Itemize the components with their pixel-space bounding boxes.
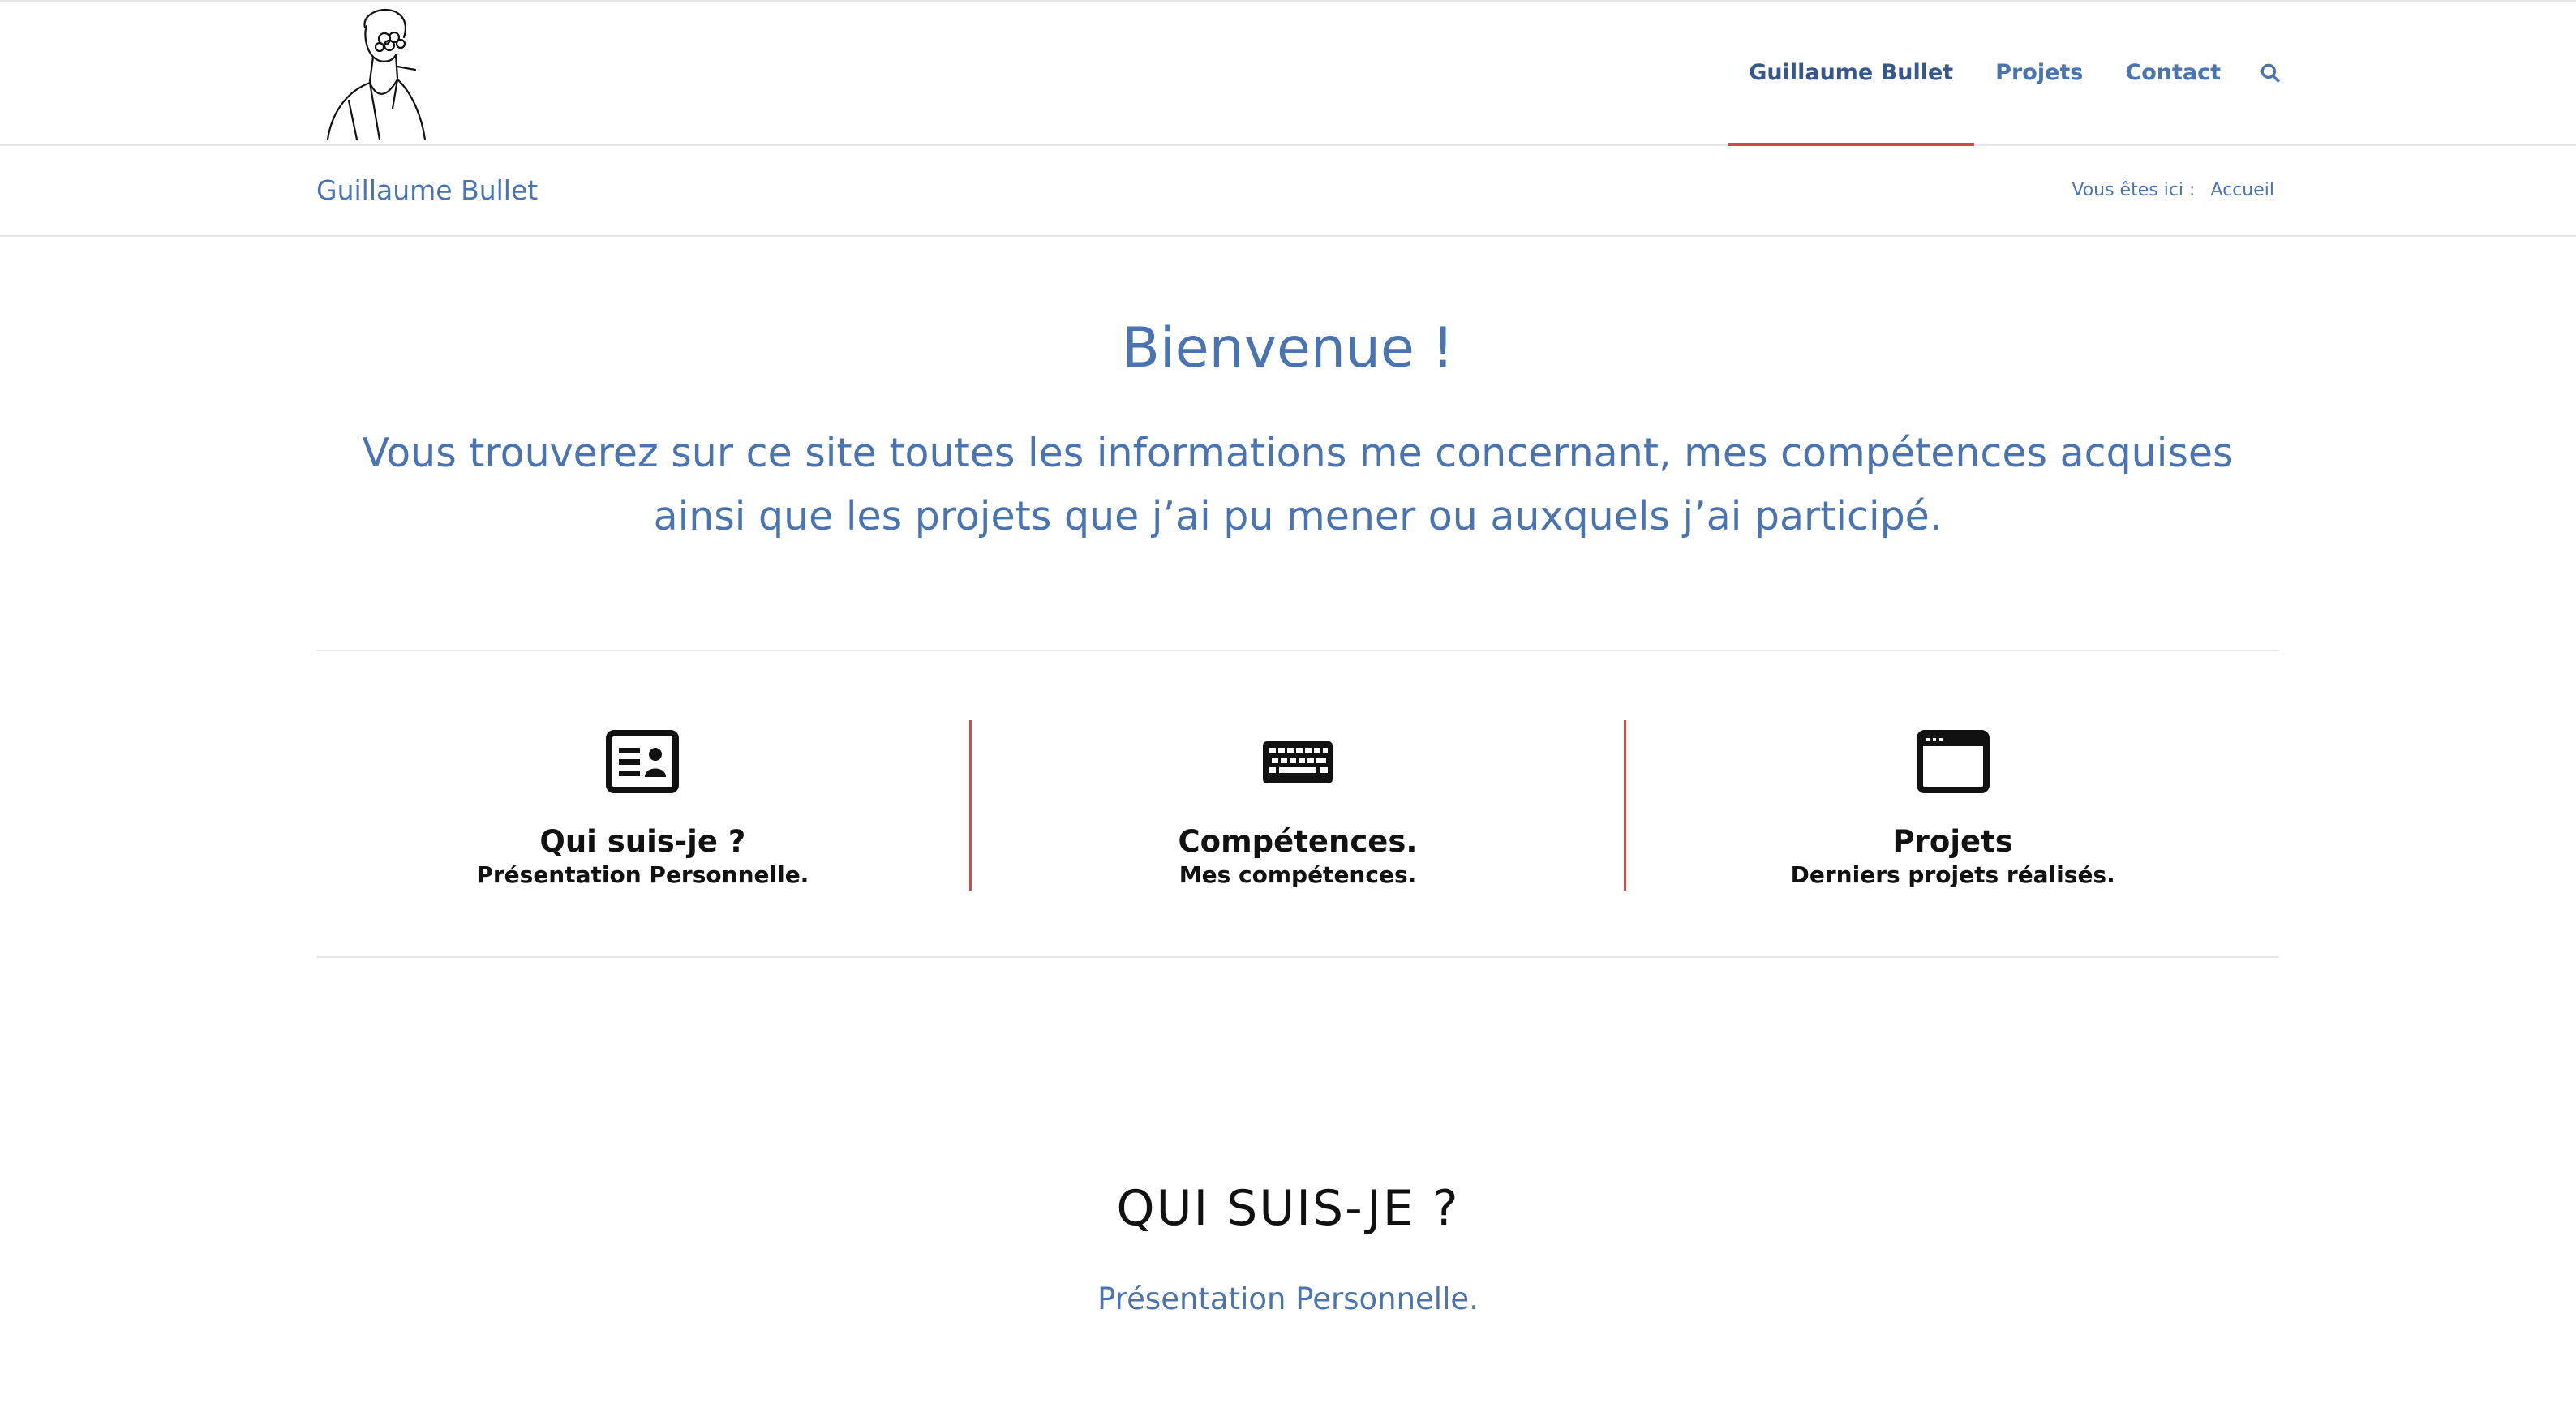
section-title: QUI SUIS-JE ? — [1116, 1180, 1460, 1237]
nav-item-guillaume-bullet[interactable]: Guillaume Bullet — [1728, 2, 1975, 146]
feature-subtitle: Derniers projets réalisés. — [1790, 861, 2115, 888]
browser-window-icon — [1916, 728, 1990, 795]
welcome-text: Vous trouverez sur ce site toutes les in… — [362, 430, 2234, 539]
main-nav: Guillaume Bullet Projets Contact — [1728, 2, 2282, 146]
title-bar: Guillaume Bullet Vous êtes ici : Accueil — [0, 146, 2576, 237]
logo-portrait-illustration — [326, 9, 427, 141]
search-button[interactable] — [2258, 2, 2282, 144]
feature-title: Compétences. — [1178, 824, 1418, 859]
id-card-icon — [606, 728, 680, 795]
feature-competences[interactable]: Compétences. Mes compétences. — [968, 720, 1625, 891]
breadcrumb-current[interactable]: Accueil — [2210, 180, 2274, 200]
search-icon — [2260, 63, 2280, 83]
nav-item-contact[interactable]: Contact — [2104, 2, 2242, 144]
breadcrumb: Vous êtes ici : Accueil — [2072, 146, 2274, 235]
feature-subtitle: Mes compétences. — [1179, 861, 1417, 888]
welcome-title: Bienvenue ! — [1122, 316, 1454, 380]
page-title[interactable]: Guillaume Bullet — [316, 146, 538, 235]
feature-title: Qui suis-je ? — [539, 824, 746, 859]
feature-qui-suis-je[interactable]: Qui suis-je ? Présentation Personnelle. — [316, 720, 969, 891]
site-logo[interactable] — [316, 3, 440, 141]
feature-row: Qui suis-je ? Présentation Personnelle. … — [316, 720, 2279, 891]
site-header: Guillaume Bullet Projets Contact — [0, 2, 2576, 146]
divider-bottom — [316, 956, 2279, 958]
divider-top — [316, 650, 2279, 651]
section-subtitle: Présentation Personnelle. — [1097, 1281, 1479, 1316]
breadcrumb-prefix: Vous êtes ici : — [2072, 180, 2196, 200]
feature-title: Projets — [1892, 824, 2013, 859]
keyboard-icon — [1261, 728, 1334, 795]
feature-subtitle: Présentation Personnelle. — [476, 861, 809, 888]
feature-projets[interactable]: Projets Derniers projets réalisés. — [1624, 720, 2279, 891]
nav-item-projets[interactable]: Projets — [1974, 2, 2104, 144]
